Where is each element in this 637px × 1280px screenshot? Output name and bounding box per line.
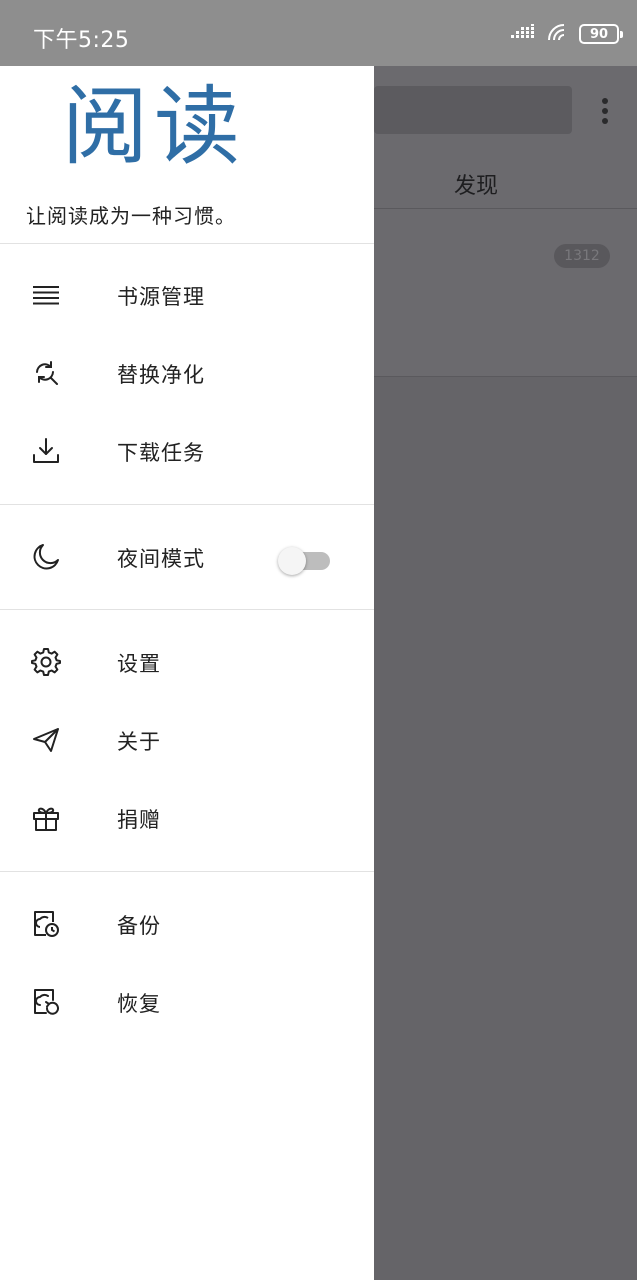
tab-discover: 发现: [454, 174, 499, 199]
moon-icon: [31, 542, 61, 572]
status-icons: 90: [511, 22, 623, 46]
menu-label: 关于: [117, 730, 161, 754]
menu-item-about[interactable]: 关于: [0, 702, 374, 780]
menu-item-book-source[interactable]: 书源管理: [0, 257, 374, 335]
app-logo: 阅读: [62, 77, 246, 177]
gear-icon: [31, 647, 61, 677]
tab-divider: [374, 208, 637, 209]
row-divider: [374, 376, 637, 377]
menu-item-night-mode[interactable]: 夜间模式: [0, 519, 374, 597]
menu-label: 下载任务: [117, 441, 205, 465]
status-bar: 下午5:25 90: [0, 0, 637, 66]
app-slogan: 让阅读成为一种习惯。: [26, 204, 236, 228]
menu-label: 捐赠: [117, 808, 161, 832]
more-vert-icon: [599, 96, 611, 126]
menu-label: 夜间模式: [117, 547, 205, 571]
menu-item-donate[interactable]: 捐赠: [0, 780, 374, 858]
restore-icon: [31, 987, 61, 1017]
night-mode-toggle[interactable]: [278, 546, 330, 575]
toggle-thumb: [278, 547, 306, 575]
divider: [0, 871, 374, 872]
wifi-icon: [547, 23, 569, 45]
menu-label: 替换净化: [117, 363, 205, 387]
send-icon: [31, 725, 61, 755]
menu-item-download[interactable]: 下载任务: [0, 413, 374, 491]
menu-item-backup[interactable]: 备份: [0, 886, 374, 964]
replace-search-icon: [31, 358, 61, 388]
download-icon: [31, 436, 61, 466]
menu-item-restore[interactable]: 恢复: [0, 964, 374, 1042]
list-icon: [31, 280, 61, 310]
navigation-drawer: 阅读 让阅读成为一种习惯。 书源管理 替换净化 下载任务 夜间模式 设置 关于 …: [0, 66, 374, 1280]
main-screen-scrim[interactable]: 发现 1312: [374, 66, 637, 1280]
battery-icon: 90: [579, 24, 623, 44]
count-badge: 1312: [554, 244, 610, 268]
menu-item-replace[interactable]: 替换净化: [0, 335, 374, 413]
menu-label: 恢复: [117, 992, 161, 1016]
menu-label: 书源管理: [117, 285, 205, 309]
divider: [0, 243, 374, 244]
backup-icon: [31, 909, 61, 939]
menu-label: 设置: [117, 652, 161, 676]
menu-item-settings[interactable]: 设置: [0, 624, 374, 702]
divider: [0, 609, 374, 610]
divider: [0, 504, 374, 505]
menu-label: 备份: [117, 914, 161, 938]
search-bar: [374, 86, 572, 134]
signal-icon: [511, 24, 537, 44]
status-time: 下午5:25: [33, 28, 130, 53]
gift-icon: [31, 803, 61, 833]
